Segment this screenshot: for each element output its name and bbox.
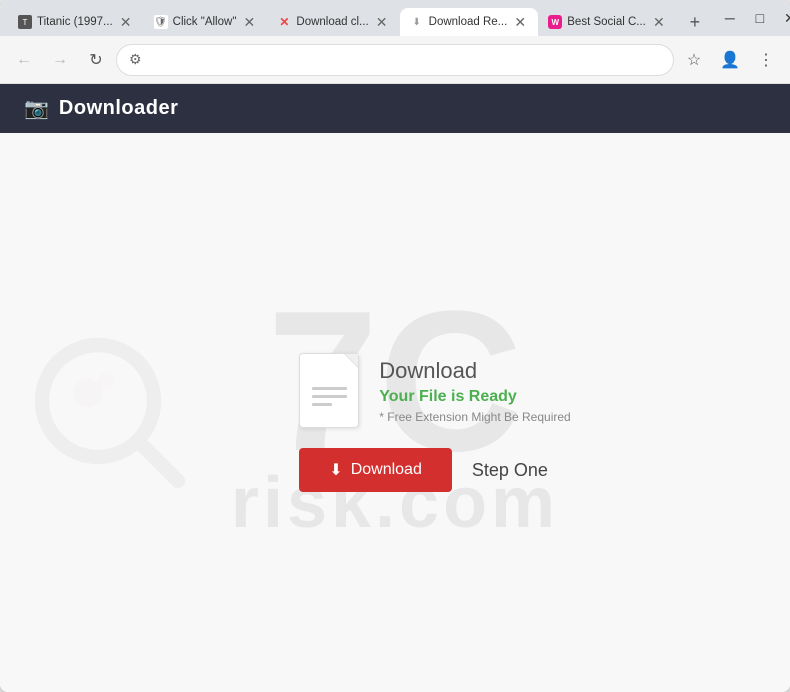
- tab-label-download-active: Download Re...: [429, 16, 508, 28]
- nav-bar: ← → ↻ ⚙ ☆ 👤 ⋮: [0, 36, 790, 84]
- window-controls: ─ □ ✕: [717, 5, 790, 31]
- tab-social[interactable]: W Best Social C... ✕: [538, 8, 677, 36]
- tab-label-download-closed: Download cl...: [296, 16, 368, 28]
- browser-window: T Titanic (1997... ✕ 🛡 Click "Allow" ✕ ✕…: [0, 0, 790, 692]
- profile-button[interactable]: 👤: [714, 44, 746, 76]
- file-icon-lines: [304, 367, 355, 414]
- download-btn-label: Download: [351, 461, 422, 479]
- tab-download-closed[interactable]: ✕ Download cl... ✕: [267, 8, 399, 36]
- maximize-button[interactable]: □: [747, 5, 773, 31]
- tab-close-download-closed[interactable]: ✕: [374, 14, 390, 30]
- app-header: 📷 Downloader: [0, 84, 790, 133]
- tab-favicon-titanic: T: [18, 15, 32, 29]
- download-card: Download Your File is Ready * Free Exten…: [299, 353, 570, 492]
- tab-list: T Titanic (1997... ✕ 🛡 Click "Allow" ✕ ✕…: [8, 0, 709, 36]
- tab-titanic[interactable]: T Titanic (1997... ✕: [8, 8, 144, 36]
- new-tab-button[interactable]: +: [681, 8, 709, 36]
- tab-close-allow[interactable]: ✕: [241, 14, 257, 30]
- file-line-1: [312, 387, 347, 390]
- step-one-label: Step One: [472, 460, 548, 481]
- tab-favicon-download-closed: ✕: [277, 15, 291, 29]
- download-ready-text: Your File is Ready: [379, 388, 570, 406]
- forward-button[interactable]: →: [44, 44, 76, 76]
- tab-close-titanic[interactable]: ✕: [118, 14, 134, 30]
- file-icon: [299, 353, 359, 428]
- download-icon: ⬇: [329, 460, 342, 480]
- camera-icon: 📷: [24, 96, 49, 121]
- file-line-2: [312, 395, 347, 398]
- minimize-button[interactable]: ─: [717, 5, 743, 31]
- tab-label-allow: Click "Allow": [173, 16, 237, 28]
- nav-actions: ☆ 👤 ⋮: [678, 44, 782, 76]
- tab-close-download-active[interactable]: ✕: [512, 14, 528, 30]
- tab-favicon-allow: 🛡: [154, 15, 168, 29]
- tab-download-active[interactable]: ⬇ Download Re... ✕: [400, 8, 539, 36]
- tab-favicon-download-active: ⬇: [410, 15, 424, 29]
- tab-label-social: Best Social C...: [567, 16, 646, 28]
- file-line-3: [312, 403, 332, 406]
- download-card-inner: Download Your File is Ready * Free Exten…: [299, 353, 570, 428]
- back-button[interactable]: ←: [8, 44, 40, 76]
- tab-favicon-social: W: [548, 15, 562, 29]
- reload-button[interactable]: ↻: [80, 44, 112, 76]
- tab-allow[interactable]: 🛡 Click "Allow" ✕: [144, 8, 268, 36]
- download-actions: ⬇ Download Step One: [299, 448, 548, 492]
- bookmark-button[interactable]: ☆: [678, 44, 710, 76]
- download-note-text: * Free Extension Might Be Required: [379, 410, 570, 424]
- app-title: Downloader: [59, 97, 178, 120]
- address-bar[interactable]: ⚙: [116, 44, 674, 76]
- main-area: 7C risk.com: [0, 133, 790, 692]
- download-title: Download: [379, 358, 570, 384]
- close-button[interactable]: ✕: [777, 5, 790, 31]
- menu-button[interactable]: ⋮: [750, 44, 782, 76]
- page-content: 📷 Downloader 7C risk.com: [0, 84, 790, 692]
- tab-close-social[interactable]: ✕: [651, 14, 667, 30]
- title-bar: T Titanic (1997... ✕ 🛡 Click "Allow" ✕ ✕…: [0, 0, 790, 36]
- download-button[interactable]: ⬇ Download: [299, 448, 452, 492]
- download-info: Download Your File is Ready * Free Exten…: [379, 353, 570, 424]
- address-bar-icon: ⚙: [129, 51, 142, 68]
- tab-label-titanic: Titanic (1997...: [37, 16, 113, 28]
- magnifier-background: [30, 333, 190, 493]
